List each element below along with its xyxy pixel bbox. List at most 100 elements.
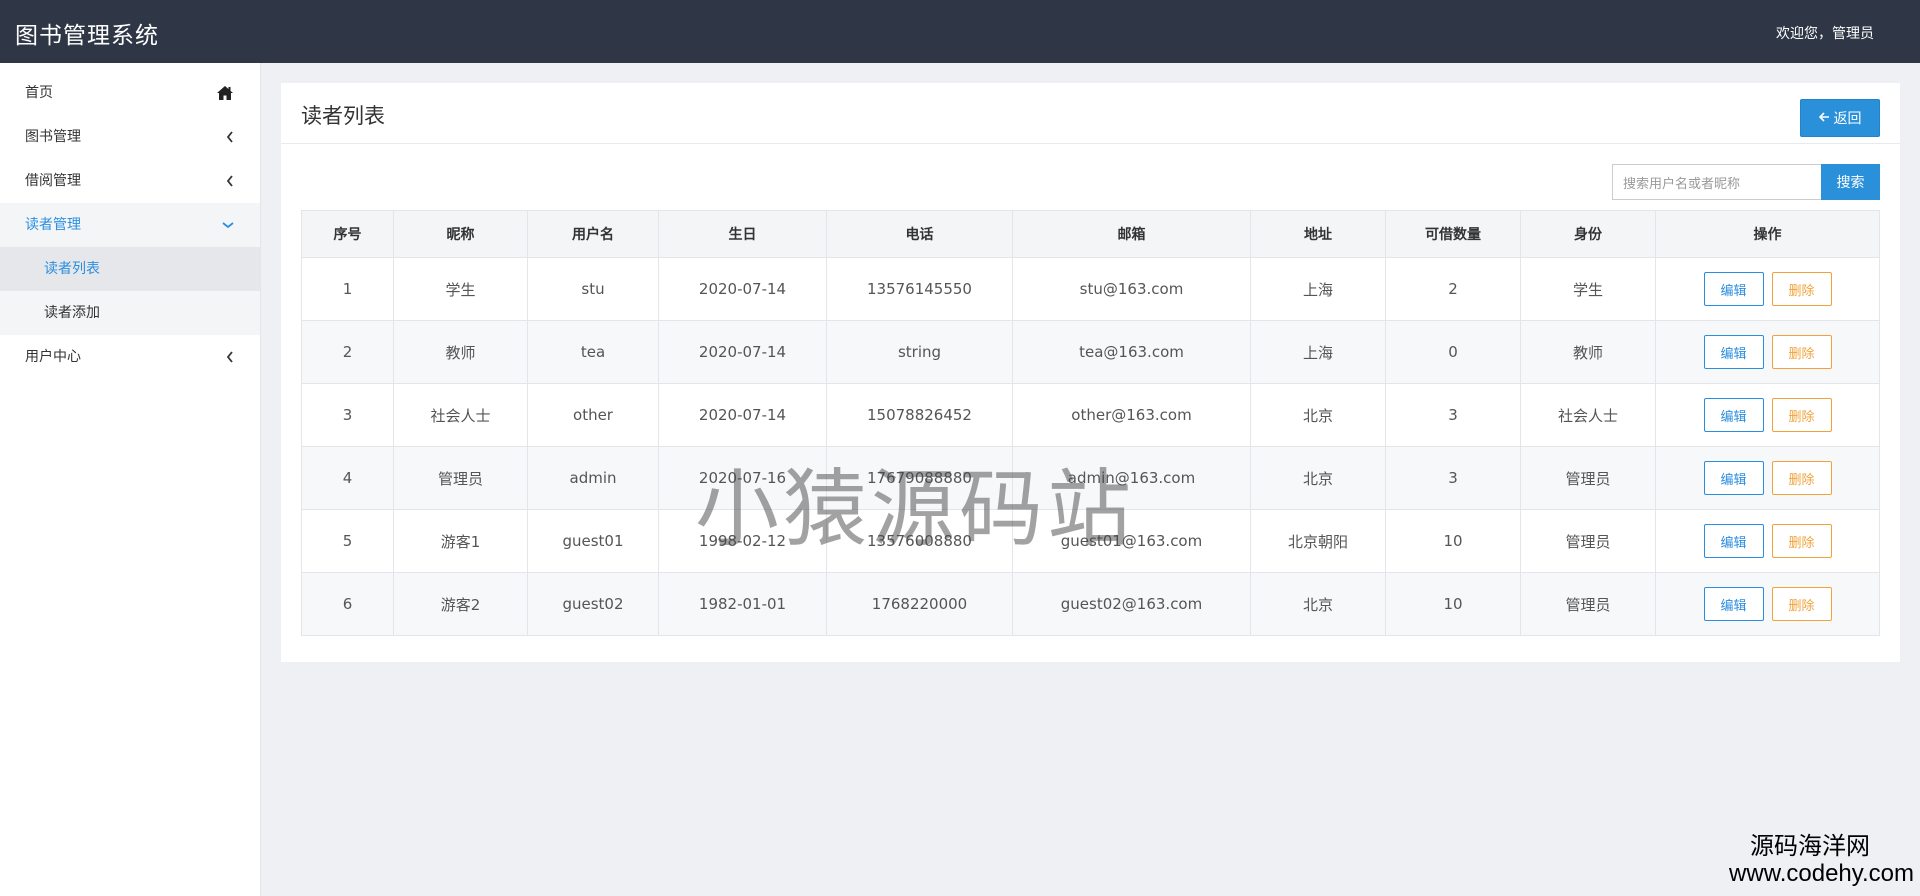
chevron-left-icon xyxy=(226,335,234,379)
row-actions: 编辑 删除 xyxy=(1657,398,1878,432)
table-cell: 北京 xyxy=(1250,383,1386,447)
table-row: 1 学生 stu 2020-07-14 13576145550 stu@163.com 上海… xyxy=(301,257,1880,321)
table-cell: 4 xyxy=(301,446,394,510)
table-cell: 2020-07-16 xyxy=(658,446,827,510)
table-cell: 2 xyxy=(301,320,394,384)
table-cell: guest02@163.com xyxy=(1012,572,1251,636)
table-cell: 3 xyxy=(1385,383,1521,447)
delete-button[interactable]: 删除 xyxy=(1771,335,1832,369)
edit-button[interactable]: 编辑 xyxy=(1703,524,1764,558)
table-row: 3 社会人士 other 2020-07-14 15078826452 other@163… xyxy=(301,383,1880,447)
table-cell: admin@163.com xyxy=(1012,446,1251,510)
edit-button[interactable]: 编辑 xyxy=(1703,335,1764,369)
column-header: 可借数量 xyxy=(1385,210,1521,258)
table-row: 4 管理员 admin 2020-07-16 17679088880 admin@163.… xyxy=(301,446,1880,510)
table-cell: 北京 xyxy=(1250,572,1386,636)
table-cell-actions: 编辑 删除 xyxy=(1655,383,1880,447)
table-cell: 游客2 xyxy=(393,572,528,636)
corner-watermark-name: 源码海洋网 xyxy=(1750,832,1870,860)
table-cell: 管理员 xyxy=(1520,446,1656,510)
table-cell: 学生 xyxy=(1520,257,1656,321)
table-cell: other xyxy=(527,383,659,447)
search-button[interactable]: 搜索 xyxy=(1821,164,1880,200)
table-cell: 1998-02-12 xyxy=(658,509,827,573)
table-cell: 上海 xyxy=(1250,320,1386,384)
table-cell: guest01 xyxy=(527,509,659,573)
chevron-left-icon xyxy=(226,115,234,159)
table-cell: 10 xyxy=(1385,509,1521,573)
row-actions: 编辑 删除 xyxy=(1657,335,1878,369)
sidebar-item-label: 图书管理 xyxy=(25,129,81,145)
delete-button[interactable]: 删除 xyxy=(1771,587,1832,621)
row-actions: 编辑 删除 xyxy=(1657,272,1878,306)
table-cell: 2020-07-14 xyxy=(658,320,827,384)
top-bar: 图书管理系统 欢迎您，管理员 xyxy=(0,0,1920,63)
table-body: 1 学生 stu 2020-07-14 13576145550 stu@163.com 上海… xyxy=(301,257,1880,636)
column-header: 生日 xyxy=(658,210,827,258)
back-button[interactable]: 返回 xyxy=(1800,99,1880,137)
sidebar: 首页 图书管理 借阅管理 读者管理 读者列表 读者添加 用户中心 xyxy=(0,63,261,896)
table-cell: 2020-07-14 xyxy=(658,383,827,447)
chevron-left-icon xyxy=(226,159,234,203)
delete-button[interactable]: 删除 xyxy=(1771,524,1832,558)
arrow-left-icon xyxy=(1818,110,1830,126)
reader-list-panel: 读者列表 返回 搜索用户名或者昵称 搜索 序号 昵称 用户名 生日 电话 邮箱 … xyxy=(281,83,1900,662)
welcome-text: 欢迎您，管理员 xyxy=(1776,26,1874,42)
table-cell: 1982-01-01 xyxy=(658,572,827,636)
table-cell: 17679088880 xyxy=(826,446,1013,510)
sidebar-item-books[interactable]: 图书管理 xyxy=(0,115,260,159)
table-cell: 北京 xyxy=(1250,446,1386,510)
table-cell: 10 xyxy=(1385,572,1521,636)
table-cell: 13576008880 xyxy=(826,509,1013,573)
sidebar-item-home[interactable]: 首页 xyxy=(0,71,260,115)
table-cell: admin xyxy=(527,446,659,510)
table-cell: 学生 xyxy=(393,257,528,321)
sidebar-subitem-reader-add[interactable]: 读者添加 xyxy=(0,291,260,335)
table-cell-actions: 编辑 删除 xyxy=(1655,320,1880,384)
chevron-down-icon xyxy=(222,203,234,247)
table-cell: stu xyxy=(527,257,659,321)
sidebar-item-label: 借阅管理 xyxy=(25,173,81,189)
sidebar-item-label: 用户中心 xyxy=(25,349,81,365)
column-header: 邮箱 xyxy=(1012,210,1251,258)
table-cell: 社会人士 xyxy=(1520,383,1656,447)
table-cell: 6 xyxy=(301,572,394,636)
delete-button[interactable]: 删除 xyxy=(1771,272,1832,306)
search-placeholder: 搜索用户名或者昵称 xyxy=(1623,176,1741,192)
edit-button[interactable]: 编辑 xyxy=(1703,461,1764,495)
table-cell: 15078826452 xyxy=(826,383,1013,447)
table-cell: 1768220000 xyxy=(826,572,1013,636)
page-title: 读者列表 xyxy=(301,104,385,128)
table-cell: other@163.com xyxy=(1012,383,1251,447)
table-cell: 13576145550 xyxy=(826,257,1013,321)
row-actions: 编辑 删除 xyxy=(1657,524,1878,558)
sidebar-subitem-reader-list[interactable]: 读者列表 xyxy=(0,247,260,291)
corner-watermark: 源码海洋网 www.codehy.com xyxy=(1729,832,1914,888)
table-cell: 2020-07-14 xyxy=(658,257,827,321)
sidebar-item-user-center[interactable]: 用户中心 xyxy=(0,335,260,379)
sidebar-item-readers[interactable]: 读者管理 xyxy=(0,203,260,247)
app-title: 图书管理系统 xyxy=(15,23,159,49)
table-cell: 教师 xyxy=(393,320,528,384)
edit-button[interactable]: 编辑 xyxy=(1703,587,1764,621)
reader-table: 序号 昵称 用户名 生日 电话 邮箱 地址 可借数量 身份 操作 1 学生 stu 2… xyxy=(301,210,1880,636)
table-cell: stu@163.com xyxy=(1012,257,1251,321)
table-cell-actions: 编辑 删除 xyxy=(1655,509,1880,573)
corner-watermark-url: www.codehy.com xyxy=(1729,860,1914,887)
search-input[interactable]: 搜索用户名或者昵称 xyxy=(1612,164,1821,200)
edit-button[interactable]: 编辑 xyxy=(1703,272,1764,306)
delete-button[interactable]: 删除 xyxy=(1771,398,1832,432)
delete-button[interactable]: 删除 xyxy=(1771,461,1832,495)
edit-button[interactable]: 编辑 xyxy=(1703,398,1764,432)
table-cell: guest01@163.com xyxy=(1012,509,1251,573)
search-bar: 搜索用户名或者昵称 搜索 xyxy=(1612,164,1880,200)
column-header: 序号 xyxy=(301,210,394,258)
table-cell: 教师 xyxy=(1520,320,1656,384)
table-cell: 2 xyxy=(1385,257,1521,321)
sidebar-item-borrow[interactable]: 借阅管理 xyxy=(0,159,260,203)
column-header: 操作 xyxy=(1655,210,1880,258)
column-header: 昵称 xyxy=(393,210,528,258)
table-cell: string xyxy=(826,320,1013,384)
table-cell: 北京朝阳 xyxy=(1250,509,1386,573)
